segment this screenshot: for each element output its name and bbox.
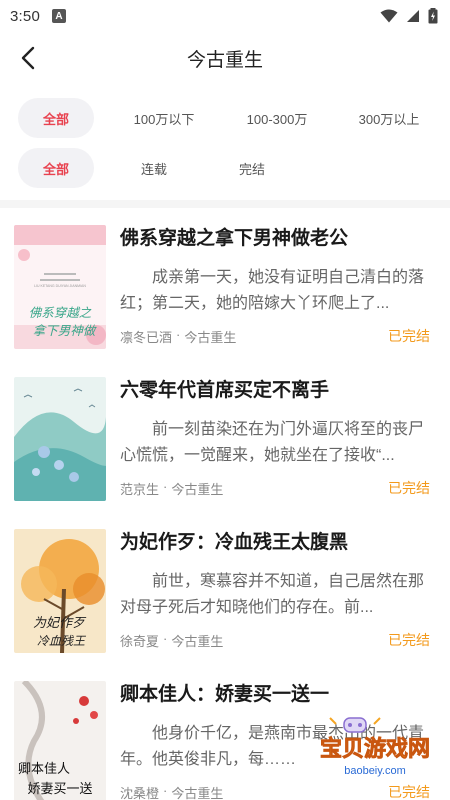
notification-icon: A [52, 9, 66, 23]
meta-separator: · [163, 631, 168, 646]
back-button[interactable] [10, 40, 46, 76]
book-author: 凛冬已酒 [120, 330, 173, 345]
book-status-badge: 已完结 [388, 632, 430, 648]
book-cover [14, 377, 106, 501]
book-author: 徐奇夏 [120, 634, 160, 649]
section-divider [0, 200, 450, 208]
filter-chip-1m-3m[interactable]: 100-300万 [237, 98, 317, 138]
book-meta: 徐奇夏 · 今古重生 [120, 631, 223, 650]
book-description: 前世，寒慕容并不知道，自己居然在那对母子死后才知晓他们的存在。前... [120, 573, 425, 616]
cover-title-text: 卿本佳人 [18, 762, 70, 777]
book-meta: 凛冬已酒 · 今古重生 [120, 327, 236, 346]
watermark-logo: 宝贝游戏网 baobeiy.com [300, 712, 450, 786]
cover-title-text-2: 拿下男神做 [33, 323, 98, 338]
book-description: 成亲第一天，她没有证明自己清白的落红；第二天，她的陪嫁大丫环爬上了... [120, 269, 425, 312]
book-category: 今古重生 [171, 786, 224, 800]
book-list-item[interactable]: 六零年代首席买定不离手 前一刻苗染还在为门外逼仄将至的丧尸心慌慌，一觉醒来，她就… [0, 377, 450, 529]
book-meta: 沈桑橙 · 今古重生 [120, 783, 223, 800]
filter-panel: 全部 100万以下 100-300万 300万以上 全部 连载 完结 [0, 84, 450, 204]
book-cover: LIU KETANG DUIYAN JIANMIAN 佛系穿越之 拿下男神做 [14, 225, 106, 349]
book-list-item[interactable]: LIU KETANG DUIYAN JIANMIAN 佛系穿越之 拿下男神做 佛… [0, 225, 450, 377]
cover-title-text: 佛系穿越之 [29, 305, 92, 320]
chevron-left-icon [21, 46, 35, 70]
filter-chip-serializing[interactable]: 连载 [126, 148, 182, 188]
filter-chip-over-3m[interactable]: 300万以上 [350, 98, 428, 138]
battery-icon [428, 8, 438, 24]
page-title: 今古重生 [186, 49, 263, 71]
cover-title-text-2: 冷血残王 [37, 634, 87, 648]
filter-chip-all-status[interactable]: 全部 [18, 148, 94, 188]
book-author: 沈桑橙 [120, 786, 160, 800]
status-icons [380, 8, 438, 24]
book-cover: 卿本佳人 娇妻买一送 [14, 681, 106, 800]
nav-bar: 今古重生 [0, 32, 450, 84]
book-meta: 范京生 · 今古重生 [120, 479, 223, 498]
book-category: 今古重生 [184, 330, 237, 345]
wifi-icon [380, 9, 398, 23]
book-list-item[interactable]: 为妃作歹 冷血残王 为妃作歹：冷血残王太腹黑 前世，寒慕容并不知道，自己居然在那… [0, 529, 450, 681]
cover-title-text: 为妃作歹 [33, 616, 87, 631]
book-status-badge: 已完结 [388, 480, 430, 496]
watermark-brand: 宝贝游戏网 [320, 736, 430, 762]
cover-title-text-2: 娇妻买一送 [27, 782, 92, 797]
status-filter-row: 全部 连载 完结 [0, 148, 450, 188]
filter-chip-under-1m[interactable]: 100万以下 [126, 98, 202, 138]
book-author: 范京生 [120, 482, 160, 497]
filter-chip-all-words[interactable]: 全部 [18, 98, 94, 138]
book-status-badge: 已完结 [388, 328, 430, 344]
cell-signal-icon [407, 10, 419, 22]
meta-separator: · [163, 479, 168, 494]
book-title: 为妃作歹：冷血残王太腹黑 [120, 532, 349, 553]
meta-separator: · [163, 783, 168, 798]
book-cover: 为妃作歹 冷血残王 [14, 529, 106, 653]
book-category: 今古重生 [171, 482, 224, 497]
book-title: 卿本佳人：娇妻买一送一 [120, 684, 330, 705]
filter-chip-completed[interactable]: 完结 [224, 148, 280, 188]
book-description: 前一刻苗染还在为门外逼仄将至的丧尸心慌慌，一觉醒来，她就坐在了接收“... [120, 421, 425, 464]
status-time: 3:50 [10, 7, 40, 25]
book-title: 六零年代首席买定不离手 [120, 380, 330, 401]
cover-small-text: LIU KETANG DUIYAN JIANMIAN [34, 284, 86, 288]
watermark-url: baobeiy.com [344, 765, 406, 777]
book-category: 今古重生 [171, 634, 224, 649]
word-count-filter-row: 全部 100万以下 100-300万 300万以上 [0, 98, 450, 138]
meta-separator: · [176, 327, 181, 342]
book-title: 佛系穿越之拿下男神做老公 [120, 228, 349, 249]
status-bar: 3:50 A [0, 0, 450, 32]
